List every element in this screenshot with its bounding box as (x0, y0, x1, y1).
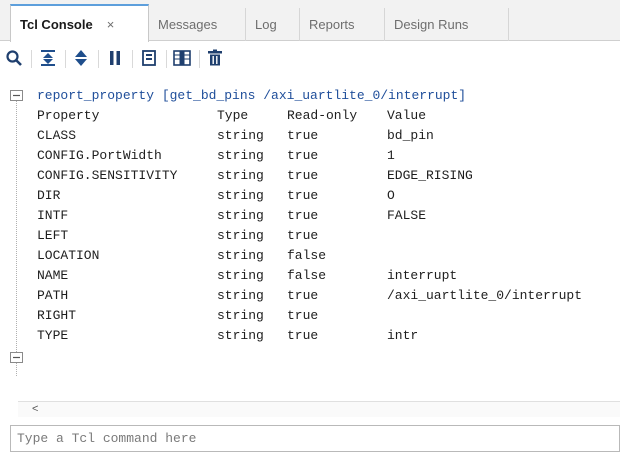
collapse-icon[interactable] (10, 90, 23, 103)
cell-type: string (217, 328, 264, 343)
table-row: INTF string true FALSE (37, 206, 466, 226)
tab-label: Design Runs (394, 17, 469, 32)
tab-design-runs[interactable]: Design Runs (385, 8, 509, 41)
header-type: Type (217, 108, 249, 123)
cell-value: O (387, 188, 395, 203)
cell-property: INTF (37, 208, 69, 223)
cell-readonly: true (287, 308, 319, 323)
table-row: PATH string true/axi_uartlite_0/interrupt (37, 286, 582, 306)
cell-type: string (217, 228, 264, 243)
cell-property: RIGHT (37, 308, 77, 323)
table-header: Property Type Read-only Value (37, 106, 466, 126)
table-row: DIR string true O (37, 186, 466, 206)
cell-readonly: true (287, 288, 319, 303)
cell-readonly: true (287, 228, 319, 243)
tcl-command-input[interactable] (10, 425, 620, 452)
scroll-left-icon[interactable]: < (32, 403, 38, 415)
columns-icon[interactable] (172, 48, 192, 68)
toolbar-divider (65, 50, 66, 68)
cell-readonly: true (287, 128, 319, 143)
copy-icon[interactable] (139, 48, 159, 68)
toolbar-divider (31, 50, 32, 68)
cell-type: string (217, 148, 264, 163)
cell-property: CONFIG.SENSITIVITY (37, 168, 178, 183)
cell-readonly: true (287, 188, 319, 203)
toolbar-divider (166, 50, 167, 68)
toolbar-divider (98, 50, 99, 68)
clear-icon[interactable] (205, 48, 225, 68)
table-row: RIGHT string true (37, 306, 466, 326)
cell-readonly: true (287, 148, 319, 163)
header-property: Property (37, 108, 100, 123)
fold-guide (16, 98, 17, 376)
collapse-all-icon[interactable] (38, 48, 58, 68)
cell-property: NAME (37, 268, 69, 283)
table-row: NAME string false interrupt (37, 266, 466, 286)
tab-tcl-console[interactable]: Tcl Console × (10, 4, 149, 42)
cell-type: string (217, 128, 264, 143)
cell-value: intr (387, 328, 419, 343)
cell-type: string (217, 288, 264, 303)
cell-type: string (217, 308, 264, 323)
header-value: Value (387, 108, 427, 123)
cell-readonly: false (287, 248, 327, 263)
cell-value: bd_pin (387, 128, 434, 143)
console-output: report_property [get_bd_pins /axi_uartli… (10, 86, 620, 394)
tab-bar: Tcl Console × Messages Log Reports Desig… (0, 0, 620, 42)
tab-label: Log (255, 17, 277, 32)
table-row: LOCATION string false (37, 246, 466, 266)
cell-type: string (217, 168, 264, 183)
table-row: CONFIG.PortWidth string true 1 (37, 146, 466, 166)
cell-type: string (217, 248, 264, 263)
table-row: LEFT string true (37, 226, 466, 246)
expand-all-icon[interactable] (71, 48, 91, 68)
search-icon[interactable] (4, 48, 24, 68)
tab-messages[interactable]: Messages (149, 8, 246, 41)
close-icon[interactable]: × (107, 17, 115, 32)
cell-type: string (217, 268, 264, 283)
toolbar-divider (199, 50, 200, 68)
cell-property: LEFT (37, 228, 69, 243)
tab-reports[interactable]: Reports (300, 8, 385, 41)
tab-label: Reports (309, 17, 355, 32)
property-rows: CLASS string true bd_pin CONFIG.PortWidth str… (37, 126, 582, 346)
toolbar-divider (132, 50, 133, 68)
cell-property: CLASS (37, 128, 77, 143)
pause-icon[interactable] (105, 48, 125, 68)
cell-readonly: true (287, 168, 319, 183)
tab-label: Messages (158, 17, 218, 32)
cell-type: string (217, 188, 264, 203)
cell-property: DIR (37, 188, 61, 203)
cell-value: interrupt (387, 268, 458, 283)
cell-readonly: false (287, 268, 327, 283)
console-lines: report_property [get_bd_pins /axi_uartli… (37, 86, 582, 346)
command-echo: report_property [get_bd_pins /axi_uartli… (37, 88, 467, 103)
table-row: CONFIG.SENSITIVITY string true EDGE_RISING (37, 166, 473, 186)
tab-log[interactable]: Log (246, 8, 300, 41)
header-readonly: Read-only (287, 108, 358, 123)
cell-value: EDGE_RISING (387, 168, 473, 183)
cell-readonly: true (287, 328, 319, 343)
cell-value: FALSE (387, 208, 427, 223)
tab-label: Tcl Console (20, 16, 93, 32)
cell-type: string (217, 208, 264, 223)
table-row: CLASS string true bd_pin (37, 126, 466, 146)
cell-value: 1 (387, 148, 395, 163)
fold-end-icon (10, 352, 23, 363)
cell-value: /axi_uartlite_0/interrupt (387, 288, 583, 303)
cell-property: PATH (37, 288, 69, 303)
console-toolbar (0, 42, 620, 75)
cell-property: TYPE (37, 328, 69, 343)
cell-property: CONFIG.PortWidth (37, 148, 162, 163)
cell-readonly: true (287, 208, 319, 223)
table-row: TYPE string true intr (37, 326, 466, 346)
horizontal-scrollbar[interactable]: < (18, 401, 620, 417)
cell-property: LOCATION (37, 248, 100, 263)
